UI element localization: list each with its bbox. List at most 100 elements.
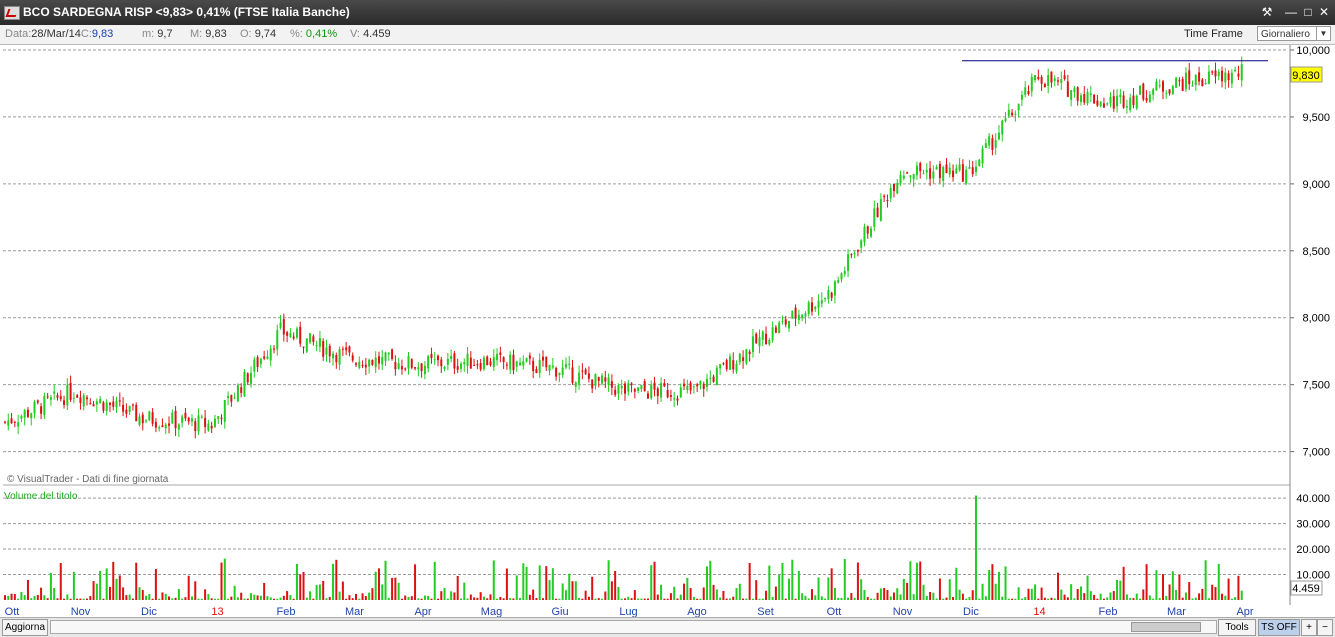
volume-bar xyxy=(499,596,502,600)
volume-bar xyxy=(584,590,587,600)
volume-bar xyxy=(312,598,315,600)
close-button[interactable]: ✕ xyxy=(1316,4,1332,20)
volume-bar xyxy=(384,560,387,600)
data-credit: © VisualTrader - Dati di fine giornata xyxy=(7,474,169,485)
volume-bar xyxy=(318,584,321,600)
volume-bar xyxy=(1093,594,1096,600)
volume-bar xyxy=(1132,598,1135,600)
volume-bar xyxy=(266,596,269,600)
open-info: O: 9,74 xyxy=(240,28,277,40)
candle-body xyxy=(322,340,325,357)
candle-body xyxy=(108,402,111,405)
refresh-button[interactable]: Aggiorna xyxy=(2,619,48,636)
volume-bar xyxy=(568,573,571,600)
candle-body xyxy=(437,355,440,361)
candle-body xyxy=(492,357,495,368)
volume-bar xyxy=(240,592,243,600)
candle-body xyxy=(259,358,262,365)
volume-bar xyxy=(1240,590,1243,600)
candle-body xyxy=(315,345,318,347)
volume-bar xyxy=(99,570,102,600)
x-tick-label: 14 xyxy=(1033,606,1045,617)
volume-bar xyxy=(394,577,397,600)
candle-body xyxy=(863,226,866,243)
candle-body xyxy=(272,348,275,350)
volume-bar xyxy=(496,598,499,600)
volume-bar xyxy=(404,595,407,600)
candle-body xyxy=(427,356,430,369)
volume-bar xyxy=(968,597,971,600)
candle-body xyxy=(1135,95,1138,109)
scrollbar-thumb[interactable] xyxy=(1131,622,1201,632)
candle-body xyxy=(368,359,371,367)
tools-icon[interactable]: ⚒ xyxy=(1259,4,1275,20)
candle-body xyxy=(660,382,663,398)
candle-body xyxy=(1175,77,1178,88)
candle-body xyxy=(1096,100,1099,106)
minimize-button[interactable]: — xyxy=(1283,4,1299,20)
time-frame-select[interactable]: Giornaliero ▼ xyxy=(1257,26,1331,41)
candle-body xyxy=(922,173,925,175)
candle-body xyxy=(604,377,607,382)
candle-body xyxy=(722,363,725,365)
candle-body xyxy=(164,424,167,429)
candle-body xyxy=(446,358,449,365)
tools-button[interactable]: Tools xyxy=(1218,619,1256,636)
candle-body xyxy=(440,359,443,367)
price-volume-chart[interactable]: 7,000 7,500 8,000 8,500 9,000 9,500 10,000 10.… xyxy=(0,45,1335,618)
zoom-in-button[interactable]: + xyxy=(1301,619,1317,636)
candle-body xyxy=(801,314,804,319)
volume-bar xyxy=(272,598,275,600)
volume-bar xyxy=(728,598,731,600)
volume-bar xyxy=(1027,588,1030,600)
candle-body xyxy=(994,140,997,148)
candle-body xyxy=(997,132,1000,140)
volume-bar xyxy=(676,598,679,600)
candle-body xyxy=(407,356,410,369)
maximize-button[interactable]: □ xyxy=(1300,4,1316,20)
candle-body xyxy=(1116,95,1119,107)
volume-bar xyxy=(345,598,348,600)
volume-bar xyxy=(253,594,256,600)
candle-body xyxy=(410,359,413,368)
volume-bar xyxy=(1102,598,1105,600)
volume-bar xyxy=(604,591,607,600)
zoom-out-button[interactable]: − xyxy=(1317,619,1333,636)
volume-bar xyxy=(112,561,115,600)
candle-body xyxy=(784,319,787,325)
ts-off-button[interactable]: TS OFF xyxy=(1258,619,1300,636)
candle-body xyxy=(748,351,751,355)
volume-bar xyxy=(423,595,426,600)
candle-body xyxy=(1132,95,1135,106)
volume-bar xyxy=(801,593,804,600)
candle-body xyxy=(1011,112,1014,116)
candle-body xyxy=(59,396,62,400)
candle-body xyxy=(1230,72,1233,84)
volume-bar xyxy=(210,598,213,600)
candle-body xyxy=(965,169,968,184)
volume-bar xyxy=(482,596,485,600)
volume-bar xyxy=(1201,588,1204,600)
volume-bar xyxy=(988,570,991,600)
volume-bar xyxy=(43,595,46,600)
chevron-down-icon[interactable]: ▼ xyxy=(1316,27,1330,40)
volume-bar xyxy=(1089,591,1092,600)
candle-body xyxy=(17,422,20,427)
candle-body xyxy=(541,356,544,361)
volume-bar xyxy=(26,579,29,600)
candle-body xyxy=(420,363,423,372)
candle-body xyxy=(975,166,978,173)
volume-bar xyxy=(745,598,748,600)
chart-scrollbar[interactable] xyxy=(50,620,1217,634)
candle-body xyxy=(374,357,377,368)
volume-bar xyxy=(768,565,771,600)
candle-body xyxy=(1099,101,1102,107)
candle-body xyxy=(899,174,902,184)
candle-body xyxy=(968,167,971,169)
volume-bar xyxy=(771,597,774,600)
volume-bar xyxy=(751,598,754,600)
candle-body xyxy=(112,401,115,407)
volume-bar xyxy=(479,592,482,600)
candle-body xyxy=(876,207,879,218)
candle-body xyxy=(466,353,469,366)
